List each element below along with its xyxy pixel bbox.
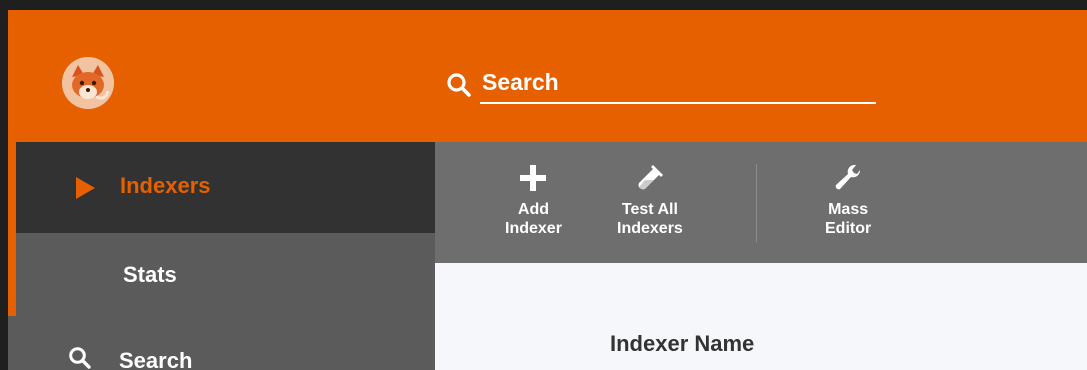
plus-icon [520,165,547,191]
button-label-line2: Editor [825,220,872,237]
play-arrow-icon [76,177,95,199]
button-label-line2: Indexer [505,220,562,237]
fox-logo-icon [62,57,114,109]
search-icon [69,347,91,369]
search-input[interactable] [480,66,876,104]
toolbar: Add Indexer Test All Indexers Mass Edito… [435,142,1087,263]
app-window: Indexers Stats Search Add Indexer Test A… [8,10,1087,370]
header-search [446,66,878,106]
button-label-line1: Mass [828,201,869,218]
sidebar-active-indicator [8,142,16,316]
button-label-line1: Test All [621,201,678,218]
toolbar-divider [756,164,757,242]
page-header [8,10,1087,142]
indexer-table: Indexer Name [435,263,1087,370]
test-all-indexers-button[interactable]: Test All Indexers [617,162,683,238]
button-label-line1: Add [517,201,550,218]
column-header-indexer-name[interactable]: Indexer Name [610,331,754,357]
sidebar-item-label: Search [119,348,193,370]
sidebar-item-label: Stats [123,262,177,287]
sidebar-item-search[interactable]: Search [8,316,435,370]
mass-editor-button[interactable]: Mass Editor [825,162,871,238]
sidebar-item-stats[interactable]: Stats [16,233,435,316]
test-tube-icon [638,165,663,191]
sidebar-item-label: Indexers [120,173,211,198]
search-icon[interactable] [446,72,472,98]
app-logo[interactable] [62,57,114,109]
sidebar-item-indexers[interactable]: Indexers [16,142,435,233]
add-indexer-button[interactable]: Add Indexer [505,162,562,238]
wrench-icon [835,164,861,190]
button-label-line2: Indexers [617,220,683,237]
